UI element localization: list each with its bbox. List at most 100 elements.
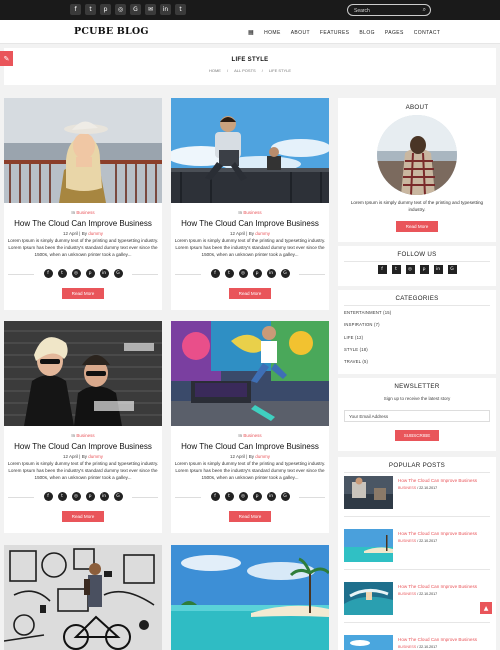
twitter-icon[interactable]: t: [85, 4, 96, 15]
instagram-icon[interactable]: ◎: [71, 269, 81, 278]
post-image[interactable]: [4, 321, 162, 426]
pinterest-icon[interactable]: p: [85, 492, 95, 501]
read-more-button[interactable]: Read More: [229, 288, 271, 299]
google-plus-icon[interactable]: G: [280, 269, 290, 278]
google-plus-icon[interactable]: G: [447, 265, 457, 274]
instagram-icon[interactable]: ◎: [238, 269, 248, 278]
category-item[interactable]: STYLE (18): [344, 347, 368, 352]
popular-post-title[interactable]: How The Cloud Can Improve Business: [398, 584, 477, 589]
breadcrumb-home[interactable]: HOME: [209, 68, 221, 73]
pinterest-icon[interactable]: p: [419, 265, 429, 274]
pinterest-icon[interactable]: p: [252, 269, 262, 278]
edit-pencil-icon[interactable]: ✎: [0, 51, 13, 66]
category-link[interactable]: Business: [76, 210, 94, 215]
read-more-button[interactable]: Read More: [62, 511, 104, 522]
linkedin-icon[interactable]: in: [266, 492, 276, 501]
main-nav: ▦ HOME ABOUT FEATURES BLOG PAGES CONTACT: [248, 29, 440, 36]
post-title[interactable]: How The Cloud Can Improve Business: [4, 219, 162, 228]
email-field[interactable]: [344, 410, 490, 422]
author-link[interactable]: dummy: [88, 231, 103, 236]
popular-post-item[interactable]: How The Cloud Can Improve Business BUSIN…: [344, 582, 490, 616]
nav-home[interactable]: HOME: [264, 30, 281, 36]
category-link[interactable]: Business: [243, 433, 261, 438]
post-image[interactable]: [4, 545, 162, 650]
linkedin-icon[interactable]: in: [99, 269, 109, 278]
breadcrumb-all-posts[interactable]: ALL POSTS: [234, 68, 256, 73]
post-card: In Business How The Cloud Can Improve Bu…: [171, 98, 329, 310]
category-item[interactable]: TRAVEL (5): [344, 359, 368, 364]
search-icon[interactable]: ⌕: [423, 6, 426, 14]
post-title[interactable]: How The Cloud Can Improve Business: [171, 219, 329, 228]
nav-pages[interactable]: PAGES: [385, 30, 404, 36]
twitter-icon[interactable]: t: [57, 492, 67, 501]
google-plus-icon[interactable]: G: [130, 4, 141, 15]
google-plus-icon[interactable]: G: [113, 492, 123, 501]
about-read-more-button[interactable]: Read More: [396, 221, 438, 232]
category-item[interactable]: INSPIRATION (7): [344, 322, 380, 327]
popular-post-title[interactable]: How The Cloud Can Improve Business: [398, 637, 477, 642]
widget-title: CATEGORIES: [395, 295, 439, 302]
popular-post-title[interactable]: How The Cloud Can Improve Business: [398, 531, 477, 536]
popular-post-item[interactable]: How The Cloud Can Improve Business BUSIN…: [344, 529, 490, 563]
pinterest-icon[interactable]: p: [252, 492, 262, 501]
post-image[interactable]: [171, 98, 329, 203]
category-link[interactable]: Business: [76, 433, 94, 438]
facebook-icon[interactable]: f: [43, 492, 53, 501]
facebook-icon[interactable]: f: [210, 492, 220, 501]
facebook-icon[interactable]: f: [210, 269, 220, 278]
popular-post-thumbnail[interactable]: [344, 635, 393, 650]
search-input[interactable]: [354, 6, 420, 15]
author-link[interactable]: dummy: [255, 231, 270, 236]
instagram-icon[interactable]: ◎: [71, 492, 81, 501]
twitter-icon[interactable]: t: [224, 492, 234, 501]
instagram-icon[interactable]: ◎: [405, 265, 415, 274]
category-item[interactable]: ENTERTAINMENT (15): [344, 310, 391, 315]
popular-post-title[interactable]: How The Cloud Can Improve Business: [398, 478, 477, 483]
linkedin-icon[interactable]: in: [160, 4, 171, 15]
nav-about[interactable]: ABOUT: [291, 30, 310, 36]
google-plus-icon[interactable]: G: [280, 492, 290, 501]
facebook-icon[interactable]: f: [70, 4, 81, 15]
instagram-icon[interactable]: ◎: [115, 4, 126, 15]
linkedin-icon[interactable]: in: [99, 492, 109, 501]
google-plus-icon[interactable]: G: [113, 269, 123, 278]
pinterest-icon[interactable]: p: [85, 269, 95, 278]
tumblr-icon[interactable]: t: [175, 4, 186, 15]
post-title[interactable]: How The Cloud Can Improve Business: [171, 442, 329, 451]
popular-post-thumbnail[interactable]: [344, 476, 393, 509]
popular-post-thumbnail[interactable]: [344, 529, 393, 562]
about-text: Lorem Ipsum is simply dummy text of the …: [350, 200, 484, 213]
facebook-icon[interactable]: f: [377, 265, 387, 274]
instagram-icon[interactable]: ◎: [238, 492, 248, 501]
post-card: In Business How The Cloud Can Improve Bu…: [4, 98, 162, 310]
linkedin-icon[interactable]: in: [266, 269, 276, 278]
popular-post-item[interactable]: How The Cloud Can Improve Business BUSIN…: [344, 635, 490, 650]
read-more-button[interactable]: Read More: [62, 288, 104, 299]
nav-blog[interactable]: BLOG: [359, 30, 375, 36]
popular-post-thumbnail[interactable]: [344, 582, 393, 615]
author-link[interactable]: dummy: [88, 454, 103, 459]
linkedin-icon[interactable]: in: [433, 265, 443, 274]
site-logo[interactable]: PCUBE BLOG: [74, 26, 149, 37]
twitter-icon[interactable]: t: [57, 269, 67, 278]
subscribe-button[interactable]: SUBSCRIBE: [395, 430, 439, 441]
post-category: In Business: [71, 210, 95, 215]
facebook-icon[interactable]: f: [43, 269, 53, 278]
twitter-icon[interactable]: t: [391, 265, 401, 274]
read-more-button[interactable]: Read More: [229, 511, 271, 522]
email-icon[interactable]: ✉: [145, 4, 156, 15]
category-item[interactable]: LIFE (12): [344, 335, 363, 340]
menu-grid-icon[interactable]: ▦: [248, 29, 254, 36]
nav-features[interactable]: FEATURES: [320, 30, 350, 36]
post-image[interactable]: [4, 98, 162, 203]
popular-post-item[interactable]: How The Cloud Can Improve Business BUSIN…: [344, 476, 490, 510]
author-link[interactable]: dummy: [255, 454, 270, 459]
pinterest-icon[interactable]: p: [100, 4, 111, 15]
scroll-to-top-button[interactable]: ▲: [480, 602, 492, 614]
post-image[interactable]: [171, 321, 329, 426]
category-link[interactable]: Business: [243, 210, 261, 215]
twitter-icon[interactable]: t: [224, 269, 234, 278]
post-image[interactable]: [171, 545, 329, 650]
post-title[interactable]: How The Cloud Can Improve Business: [4, 442, 162, 451]
nav-contact[interactable]: CONTACT: [414, 30, 441, 36]
